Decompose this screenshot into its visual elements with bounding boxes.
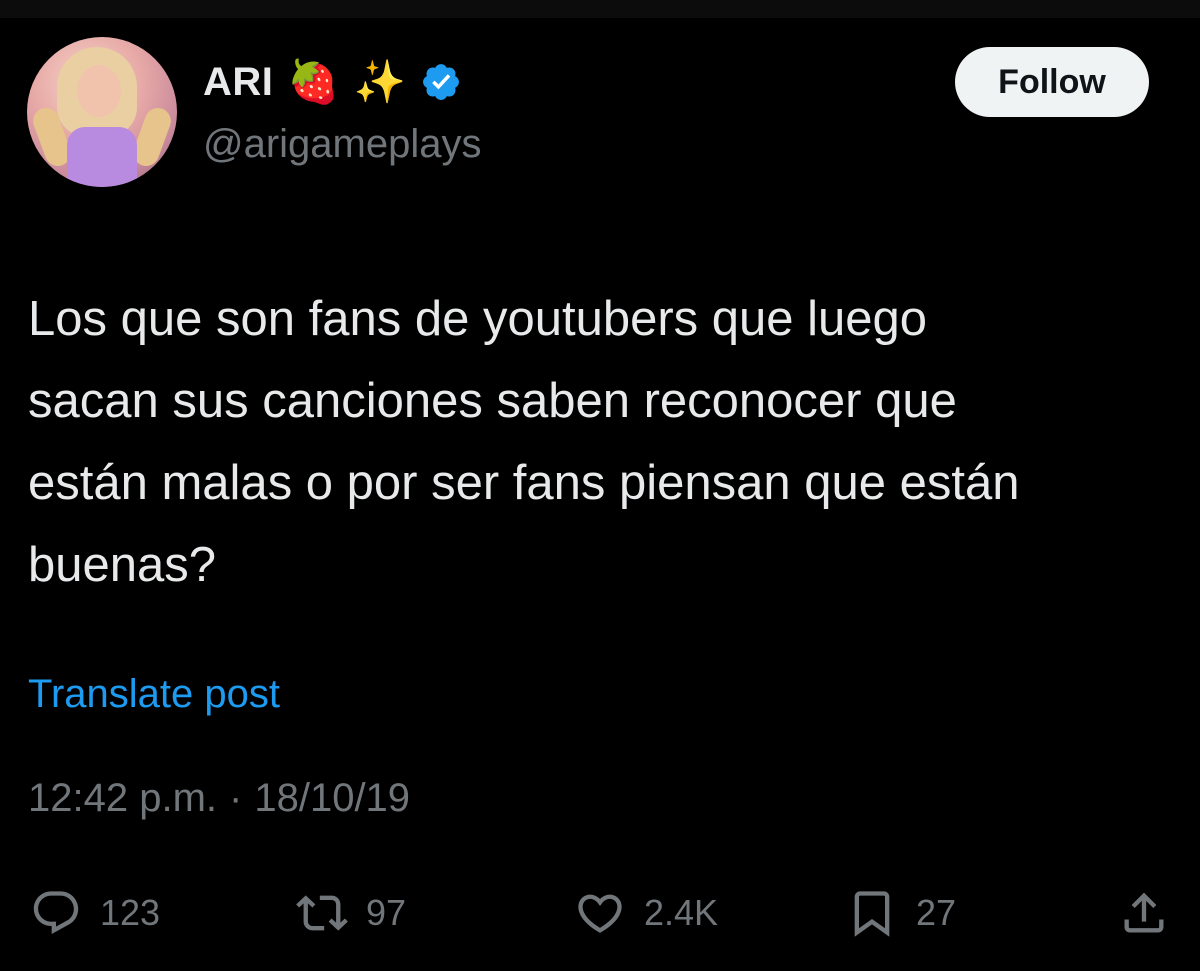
- sparkles-emoji: ✨: [353, 57, 406, 106]
- repost-count: 97: [366, 892, 407, 933]
- display-name[interactable]: ARI: [203, 60, 273, 105]
- author-name-row[interactable]: ARI 🍓 ✨: [203, 52, 462, 112]
- verified-badge-icon: [420, 61, 462, 103]
- reply-icon: [33, 891, 79, 935]
- follow-button[interactable]: Follow: [955, 47, 1149, 117]
- share-button[interactable]: [1118, 880, 1170, 946]
- avatar-face: [77, 65, 121, 117]
- post-time: 12:42 p.m.: [28, 776, 218, 820]
- action-bar: 123 97 2.4K 27: [0, 880, 1200, 946]
- avatar[interactable]: [27, 37, 177, 187]
- post-date: 18/10/19: [254, 776, 411, 820]
- reply-count: 123: [100, 892, 161, 933]
- strawberry-emoji: 🍓: [287, 57, 340, 106]
- heart-icon: [578, 894, 622, 933]
- meta-separator: ·: [229, 776, 243, 820]
- avatar-outfit: [67, 127, 137, 187]
- author-handle[interactable]: @arigameplays: [203, 122, 482, 167]
- like-count: 2.4K: [644, 892, 719, 933]
- bookmark-count: 27: [916, 892, 957, 933]
- like-button[interactable]: 2.4K: [574, 880, 718, 946]
- reply-button[interactable]: 123: [30, 880, 160, 946]
- repost-icon: [296, 895, 348, 931]
- post-timestamp[interactable]: 12:42 p.m. · 18/10/19: [28, 776, 410, 821]
- bookmark-button[interactable]: 27: [846, 880, 956, 946]
- share-icon: [1124, 892, 1164, 933]
- translate-post-link[interactable]: Translate post: [28, 672, 280, 717]
- post-text: Los que son fans de youtubers que luego …: [28, 292, 1020, 592]
- top-status-strip: [0, 0, 1200, 18]
- repost-button[interactable]: 97: [296, 880, 406, 946]
- bookmark-icon: [854, 891, 890, 937]
